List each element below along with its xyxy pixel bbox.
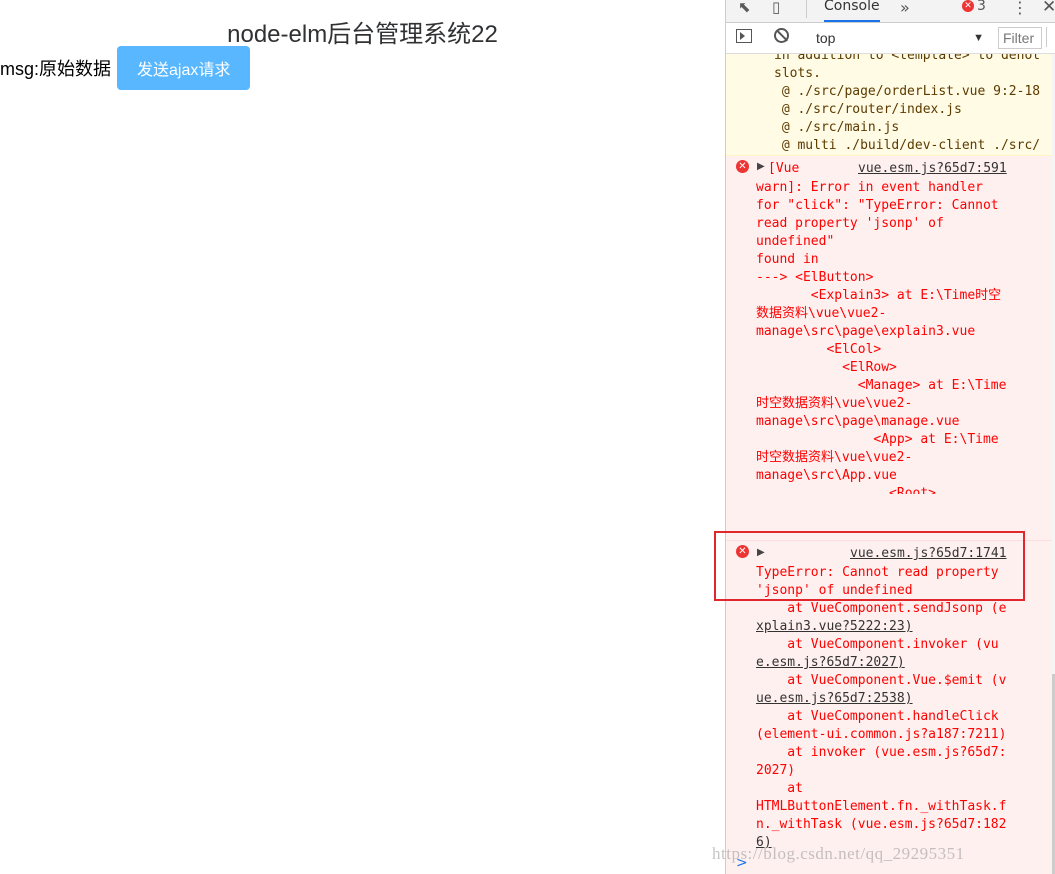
- log-line: manage\src\page\explain3.vue: [756, 324, 976, 339]
- page-title: node-elm后台管理系统22: [227, 21, 498, 48]
- log-line: TypeError: Cannot read property: [756, 565, 999, 580]
- log-line: @ ./src/page/orderList.vue 9:2-18: [774, 84, 1041, 99]
- more-tabs-icon[interactable]: »: [900, 0, 910, 17]
- log-line: 时空数据资料\vue\vue2-: [756, 450, 913, 465]
- log-line: warn]: Error in event handler: [756, 180, 983, 195]
- stack-frame-link[interactable]: e.esm.js?65d7:2027): [756, 654, 1055, 672]
- app-area: node-elm后台管理系统22 msg:原始数据 发送ajax请求: [0, 0, 725, 874]
- log-line: 数据资料\vue\vue2-: [756, 306, 887, 321]
- stack-frame: n._withTask (vue.esm.js?65d7:182: [756, 817, 1007, 832]
- warning-message: in addition to <template> to denot slots…: [726, 54, 1055, 156]
- log-line: slots.: [774, 66, 821, 81]
- tab-console[interactable]: Console: [824, 0, 880, 22]
- context-selector[interactable]: top ▼: [808, 27, 984, 49]
- kebab-menu-icon[interactable]: ⋮: [1012, 0, 1028, 17]
- log-line: for "click": "TypeError: Cannot: [756, 198, 999, 213]
- log-line: read property 'jsonp' of: [756, 216, 944, 231]
- stack-frame: HTMLButtonElement.fn._withTask.f: [756, 799, 1007, 814]
- log-line: <App> at E:\Time: [756, 432, 999, 447]
- msg-label: msg:原始数据: [0, 59, 112, 79]
- clear-console-icon[interactable]: [774, 28, 789, 43]
- close-icon[interactable]: ✕: [1042, 0, 1055, 17]
- console-toolbar: top ▼ Filter: [726, 23, 1055, 54]
- source-link[interactable]: vue.esm.js?65d7:591: [858, 161, 1007, 176]
- log-line: manage\src\page\manage.vue: [756, 414, 960, 429]
- error-prefix: [Vue: [768, 161, 800, 176]
- show-sidebar-icon[interactable]: [736, 29, 752, 43]
- log-line: @ multi ./build/dev-client ./src/: [774, 138, 1041, 153]
- error-icon: ✕: [736, 545, 749, 558]
- error-message: ✕ ▶ [Vue vue.esm.js?65d7:591 warn]: Erro…: [726, 156, 1055, 541]
- error-icon: ✕: [736, 160, 749, 173]
- log-line: 时空数据资料\vue\vue2-: [756, 396, 913, 411]
- stack-frame-link[interactable]: xplain3.vue?5222:23): [756, 618, 1055, 636]
- log-line: ---> <ElButton>: [756, 270, 874, 285]
- devtools-tabbar: ⬉ ▯ Console » ✕ 3 ⋮ ✕: [726, 0, 1055, 23]
- log-line: undefined": [756, 234, 835, 249]
- log-line: <Root>: [756, 486, 937, 494]
- error-count-value: 3: [977, 0, 986, 14]
- error-icon: ✕: [962, 0, 974, 12]
- expand-triangle-icon[interactable]: ▶: [757, 547, 765, 558]
- expand-triangle-icon[interactable]: ▶: [757, 161, 765, 172]
- filter-input[interactable]: Filter: [998, 27, 1042, 49]
- stack-frame: at: [756, 781, 803, 796]
- stack-frame-link[interactable]: (element-ui.common.js?a187:7211): [756, 726, 1055, 744]
- stack-frame-link[interactable]: 2027): [756, 762, 1055, 780]
- error-body: warn]: Error in event handler for "click…: [756, 179, 1055, 494]
- watermark: https://blog.csdn.net/qq_29295351: [712, 844, 965, 863]
- log-line: found in: [756, 252, 819, 267]
- error-body: TypeError: Cannot read property 'jsonp' …: [756, 564, 1055, 852]
- chevron-down-icon: ▼: [973, 32, 984, 44]
- context-value: top: [816, 30, 836, 46]
- console-output: in addition to <template> to denot slots…: [726, 54, 1055, 874]
- devtools-panel: ⬉ ▯ Console » ✕ 3 ⋮ ✕ top ▼ Filter in ad…: [725, 0, 1055, 874]
- divider: [806, 0, 807, 18]
- device-toolbar-icon[interactable]: ▯: [772, 0, 780, 16]
- log-line: <ElCol>: [756, 342, 882, 357]
- log-line: 'jsonp' of undefined: [756, 583, 913, 598]
- error-counter[interactable]: ✕ 3: [962, 0, 986, 14]
- stack-frame-link[interactable]: ue.esm.js?65d7:2538): [756, 690, 1055, 708]
- inspect-element-icon[interactable]: ⬉: [738, 0, 751, 16]
- stack-frame: at VueComponent.sendJsonp (e: [756, 601, 1007, 616]
- stack-frame: at invoker (vue.esm.js?65d7:: [756, 745, 1007, 760]
- toolbar-overflow[interactable]: [1046, 27, 1055, 47]
- stack-frame: at VueComponent.handleClick: [756, 709, 999, 724]
- msg-row: msg:原始数据 发送ajax请求: [0, 46, 251, 90]
- log-line: @ ./src/main.js: [774, 120, 900, 135]
- error-message: ✕ ▶ vue.esm.js?65d7:1741 TypeError: Cann…: [726, 541, 1055, 874]
- send-ajax-button[interactable]: 发送ajax请求: [117, 46, 251, 90]
- source-link[interactable]: vue.esm.js?65d7:1741: [850, 546, 1007, 561]
- log-line: in addition to <template> to denot: [774, 54, 1041, 63]
- log-line: <Explain3> at E:\Time时空: [756, 288, 1002, 303]
- log-line: manage\src\App.vue: [756, 468, 897, 483]
- log-line: <Manage> at E:\Time: [756, 378, 1007, 393]
- stack-frame: at VueComponent.Vue.$emit (v: [756, 673, 1007, 688]
- stack-frame: at VueComponent.invoker (vu: [756, 637, 999, 652]
- log-line: <ElRow>: [756, 360, 897, 375]
- log-line: @ ./src/router/index.js: [774, 102, 962, 117]
